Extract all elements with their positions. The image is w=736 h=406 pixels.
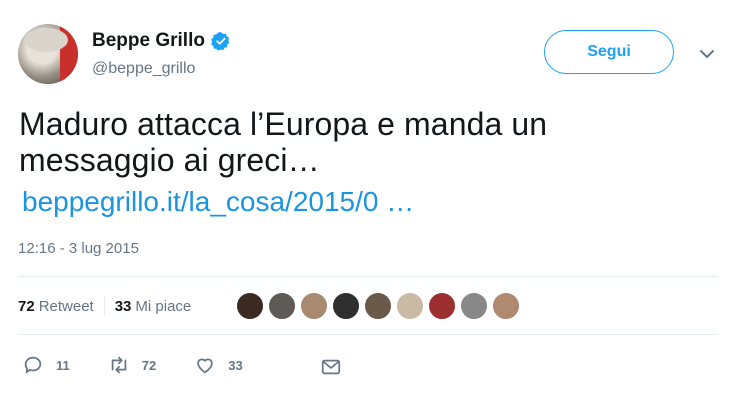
likes-count: 33 bbox=[114, 297, 132, 315]
follow-button[interactable]: Segui bbox=[544, 30, 674, 74]
engagement-stats: 72 Retweet 33 Mi piace bbox=[18, 296, 191, 316]
liker-avatar[interactable] bbox=[460, 292, 488, 320]
divider-bottom bbox=[18, 334, 718, 335]
avatar[interactable] bbox=[18, 24, 78, 84]
retweets-count: 72 bbox=[18, 297, 35, 315]
liker-avatar[interactable] bbox=[268, 292, 296, 320]
avatar-hair bbox=[24, 28, 68, 52]
tweet-actions: 11 72 33 bbox=[22, 354, 281, 376]
author-handle[interactable]: @beppe_grillo bbox=[92, 60, 195, 78]
liker-avatar[interactable] bbox=[364, 292, 392, 320]
author-name[interactable]: Beppe Grillo bbox=[92, 30, 205, 52]
liker-avatar[interactable] bbox=[236, 292, 264, 320]
retweet-icon bbox=[111, 356, 127, 374]
stats-separator bbox=[103, 296, 105, 316]
retweet-button[interactable]: 72 bbox=[108, 354, 156, 376]
liker-avatar[interactable] bbox=[396, 292, 424, 320]
likers-avatars bbox=[236, 292, 524, 320]
heart-icon bbox=[197, 358, 213, 374]
chevron-down-icon[interactable] bbox=[698, 48, 716, 60]
likes-label: Mi piace bbox=[135, 297, 192, 315]
tweet-text-line-2: messaggio ai greci… bbox=[19, 142, 320, 178]
liker-avatar[interactable] bbox=[428, 292, 456, 320]
tweet-text: Maduro attacca l’Europa e manda un messa… bbox=[19, 106, 699, 178]
retweet-count: 72 bbox=[141, 357, 157, 373]
retweets-stat[interactable]: 72 Retweet bbox=[18, 298, 94, 315]
tweet-text-line-1: Maduro attacca l’Europa e manda un bbox=[19, 106, 548, 142]
liker-avatar[interactable] bbox=[492, 292, 520, 320]
verified-badge-icon bbox=[211, 32, 230, 51]
reply-count: 11 bbox=[56, 357, 70, 373]
retweets-label: Retweet bbox=[38, 297, 94, 315]
reply-icon bbox=[24, 356, 42, 374]
like-button[interactable]: 33 bbox=[194, 354, 243, 376]
likes-stat[interactable]: 33 Mi piace bbox=[115, 298, 192, 315]
reply-button[interactable]: 11 bbox=[22, 354, 70, 376]
divider-top bbox=[18, 276, 718, 277]
author-name-row: Beppe Grillo bbox=[92, 30, 231, 52]
tweet-timestamp[interactable]: 12:16 - 3 lug 2015 bbox=[18, 240, 139, 257]
liker-avatar[interactable] bbox=[300, 292, 328, 320]
tweet-link[interactable]: beppegrillo.it/la_cosa/2015/0 … bbox=[22, 186, 414, 218]
like-count: 33 bbox=[228, 357, 243, 373]
direct-message-icon[interactable] bbox=[320, 356, 342, 378]
liker-avatar[interactable] bbox=[332, 292, 360, 320]
